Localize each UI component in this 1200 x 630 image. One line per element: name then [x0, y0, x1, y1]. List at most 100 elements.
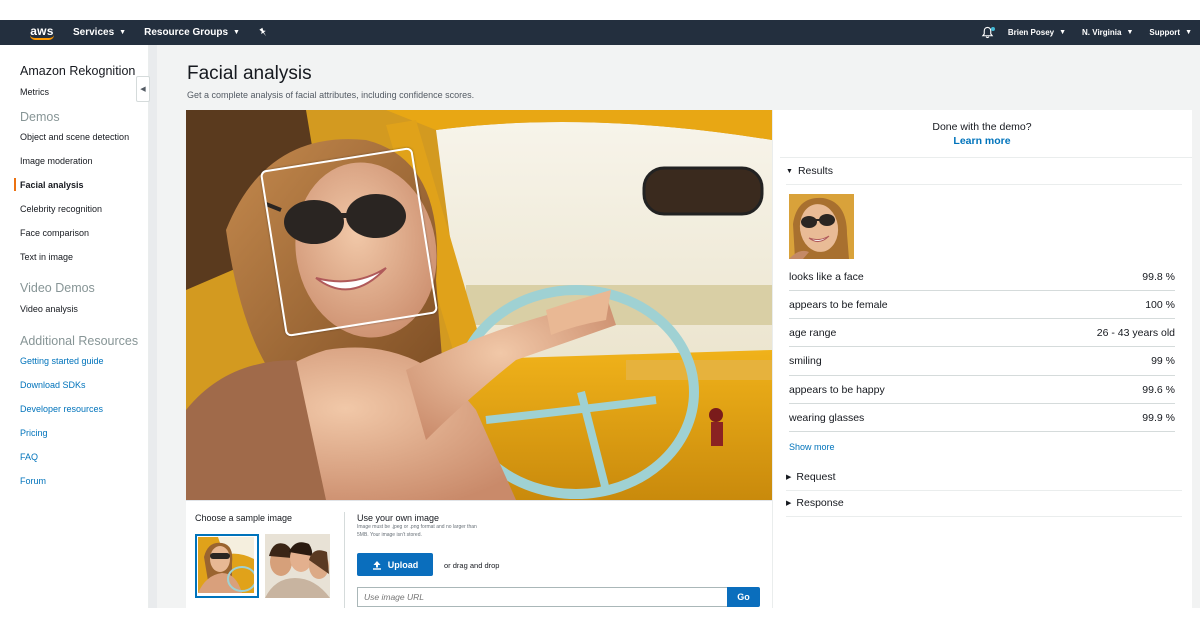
detected-face-thumbnail	[789, 194, 854, 259]
learn-more-link[interactable]: Learn more	[772, 135, 1192, 147]
services-menu[interactable]: Services ▼	[73, 27, 126, 38]
resource-groups-menu[interactable]: Resource Groups ▼	[144, 27, 240, 38]
upload-icon	[372, 560, 381, 570]
result-label: appears to be happy	[789, 384, 885, 396]
result-label: wearing glasses	[789, 412, 865, 424]
request-section-toggle[interactable]: ▶ Request	[786, 471, 836, 483]
sidebar	[0, 45, 149, 608]
aws-smile-icon	[30, 35, 54, 40]
image-url-input[interactable]	[357, 587, 728, 607]
sidebar-item-video-analysis[interactable]: Video analysis	[20, 304, 78, 314]
chevron-down-icon: ▼	[1059, 29, 1067, 36]
pin-button[interactable]	[258, 27, 269, 38]
caret-right-icon: ▶	[786, 474, 792, 481]
support-menu[interactable]: Support ▼	[1149, 28, 1192, 37]
drag-drop-text: or drag and drop	[444, 561, 500, 570]
face-crop-image	[789, 194, 854, 259]
sidebar-item-facial-analysis[interactable]: Facial analysis	[20, 180, 84, 190]
go-button[interactable]: Go	[727, 587, 760, 607]
result-value: 99.9 %	[1142, 412, 1175, 424]
upload-button[interactable]: Upload	[357, 553, 433, 576]
top-navbar: aws Services ▼ Resource Groups ▼ Brien P…	[0, 20, 1200, 45]
result-value: 99.8 %	[1142, 271, 1175, 283]
upload-requirements-note: Image must be .jpeg or .png format and n…	[357, 524, 477, 538]
service-title[interactable]: Amazon Rekognition	[20, 64, 135, 78]
show-more-link[interactable]: Show more	[789, 442, 835, 452]
chevron-left-icon: ◀	[140, 86, 146, 93]
upload-label: Upload	[387, 559, 419, 570]
result-row-happy: appears to be happy 99.6 %	[789, 376, 1175, 404]
chevron-down-icon: ▼	[1185, 29, 1192, 36]
chevron-down-icon: ▼	[1126, 29, 1134, 36]
aws-logo[interactable]: aws	[0, 25, 62, 40]
sample-image-woman-car	[198, 537, 257, 593]
result-label: age range	[789, 327, 837, 339]
divider	[786, 184, 1182, 185]
sidebar-item-face-comparison[interactable]: Face comparison	[20, 228, 89, 238]
notifications-button[interactable]	[981, 26, 995, 40]
result-label: looks like a face	[789, 271, 864, 283]
done-with-demo-text: Done with the demo?	[932, 121, 1032, 133]
video-demos-heading: Video Demos	[20, 281, 95, 295]
sidebar-item-celebrity-recognition[interactable]: Celebrity recognition	[20, 204, 102, 214]
results-heading: Results	[797, 165, 833, 177]
sample-images-heading: Choose a sample image	[195, 513, 293, 523]
active-indicator	[14, 178, 16, 191]
sample-image-group-selfie	[265, 534, 330, 598]
sidebar-item-metrics[interactable]: Metrics	[20, 87, 49, 97]
region-label: N. Virginia	[1082, 28, 1122, 37]
result-row-glasses: wearing glasses 99.9 %	[789, 404, 1175, 432]
face-bounding-box[interactable]	[259, 146, 439, 338]
result-row-gender: appears to be female 100 %	[789, 291, 1175, 319]
navbar-right: Brien Posey ▼ N. Virginia ▼ Support ▼	[981, 20, 1200, 45]
sidebar-item-object-scene-detection[interactable]: Object and scene detection	[20, 132, 129, 142]
divider	[786, 516, 1182, 517]
result-label: smiling	[789, 355, 822, 367]
response-section-toggle[interactable]: ▶ Response	[786, 497, 844, 509]
sidebar-link-getting-started[interactable]: Getting started guide	[20, 356, 104, 366]
result-label: appears to be female	[789, 299, 888, 311]
user-menu[interactable]: Brien Posey ▼	[1008, 28, 1066, 37]
caret-down-icon: ▼	[786, 167, 793, 175]
divider	[780, 157, 1192, 158]
result-value: 99.6 %	[1142, 384, 1175, 396]
user-label: Brien Posey	[1007, 28, 1055, 37]
region-menu[interactable]: N. Virginia ▼	[1082, 28, 1133, 37]
support-label: Support	[1149, 28, 1181, 37]
panel-divider	[344, 512, 345, 608]
own-image-heading: Use your own image	[357, 513, 440, 523]
sidebar-link-pricing[interactable]: Pricing	[20, 428, 48, 438]
sample-image-1[interactable]	[195, 534, 259, 598]
result-value: 99 %	[1151, 355, 1175, 367]
caret-right-icon: ▶	[786, 500, 792, 507]
sidebar-link-forum[interactable]: Forum	[20, 476, 46, 486]
sidebar-link-faq[interactable]: FAQ	[20, 452, 38, 462]
results-section-toggle[interactable]: ▼ Results	[786, 165, 833, 177]
result-row-age-range: age range 26 - 43 years old	[789, 319, 1175, 347]
result-row-face: looks like a face 99.8 %	[789, 263, 1175, 291]
sidebar-item-text-in-image[interactable]: Text in image	[20, 252, 73, 262]
result-value: 26 - 43 years old	[1096, 327, 1175, 339]
resource-groups-label: Resource Groups	[144, 27, 229, 38]
page-subtitle: Get a complete analysis of facial attrib…	[187, 90, 475, 100]
sidebar-gutter	[149, 45, 157, 608]
pin-icon	[259, 27, 267, 37]
notification-dot	[990, 26, 995, 31]
chevron-down-icon: ▼	[119, 29, 127, 36]
request-heading: Request	[796, 471, 836, 483]
result-row-smiling: smiling 99 %	[789, 347, 1175, 375]
divider	[789, 431, 1175, 432]
additional-resources-heading: Additional Resources	[20, 334, 139, 348]
divider	[786, 490, 1182, 491]
page-title: Facial analysis	[187, 63, 312, 84]
sample-image-2[interactable]	[265, 534, 330, 598]
sidebar-item-image-moderation[interactable]: Image moderation	[20, 156, 93, 166]
result-value: 100 %	[1145, 299, 1175, 311]
collapse-sidebar-button[interactable]: ◀	[136, 76, 150, 102]
sidebar-link-developer-resources[interactable]: Developer resources	[20, 404, 103, 414]
sidebar-link-download-sdks[interactable]: Download SDKs	[20, 380, 86, 390]
chevron-down-icon: ▼	[233, 29, 240, 36]
response-heading: Response	[796, 497, 844, 509]
services-label: Services	[73, 27, 115, 38]
demos-heading: Demos	[20, 110, 60, 124]
